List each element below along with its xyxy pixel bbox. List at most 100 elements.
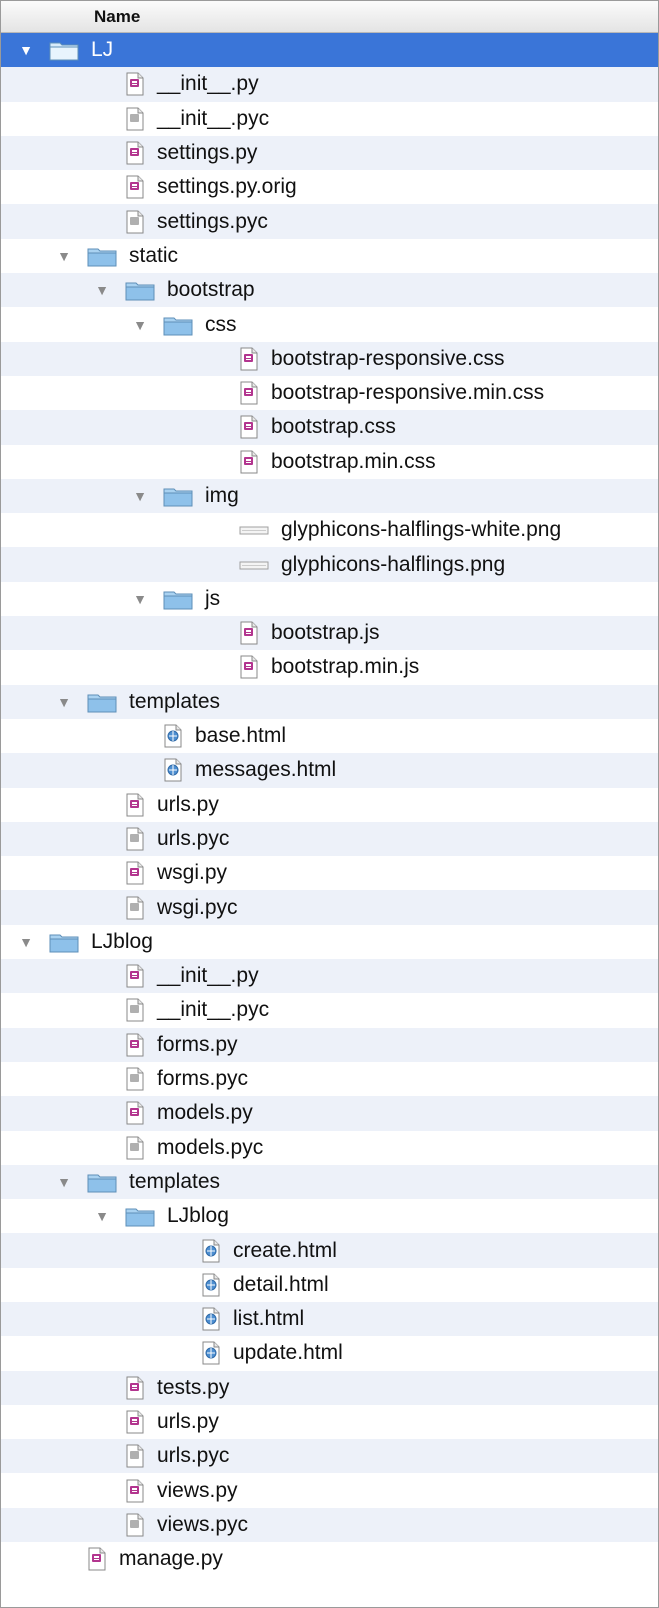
- py-file-icon: [125, 1101, 145, 1125]
- py-file-icon: [87, 1547, 107, 1571]
- tree-row-file[interactable]: bootstrap-responsive.css: [1, 341, 658, 376]
- tree-row-folder[interactable]: ▼ js: [1, 582, 658, 616]
- tree-row-file[interactable]: manage.py: [1, 1542, 658, 1576]
- compiled-file-icon: [125, 998, 145, 1022]
- tree-row-label: views.pyc: [157, 1512, 249, 1536]
- tree-row-file[interactable]: detail.html: [1, 1268, 658, 1302]
- tree-row-file[interactable]: views.py: [1, 1473, 658, 1507]
- compiled-file-icon: [125, 1067, 145, 1091]
- tree-row-label: bootstrap.min.css: [271, 449, 436, 473]
- tree-row-file[interactable]: urls.pyc: [1, 1439, 658, 1474]
- tree-row-label: create.html: [233, 1238, 337, 1262]
- tree-row-file[interactable]: urls.py: [1, 788, 658, 822]
- py-file-icon: [125, 175, 145, 199]
- tree-row-file[interactable]: __init__.pyc: [1, 993, 658, 1027]
- disclosure-triangle-open-icon[interactable]: ▼: [133, 592, 147, 606]
- tree-row-label: urls.pyc: [157, 826, 230, 850]
- tree-row-label: bootstrap.js: [271, 621, 380, 645]
- name-column-header[interactable]: Name: [1, 1, 658, 33]
- tree-row-file[interactable]: models.pyc: [1, 1131, 658, 1165]
- tree-row-label: update.html: [233, 1341, 343, 1365]
- tree-row-label: __init__.py: [157, 72, 259, 96]
- tree-row-folder[interactable]: ▼ LJ: [1, 33, 658, 68]
- tree-row-label: settings.py: [157, 141, 258, 165]
- html-file-icon: [201, 1307, 221, 1331]
- tree-row-file[interactable]: create.html: [1, 1233, 658, 1268]
- tree-row-file[interactable]: bootstrap-responsive.min.css: [1, 376, 658, 410]
- tree-row-file[interactable]: bootstrap.min.css: [1, 445, 658, 479]
- tree-row-file[interactable]: views.pyc: [1, 1507, 658, 1543]
- tree-row-folder[interactable]: ▼ LJblog: [1, 925, 658, 959]
- tree-row-file[interactable]: urls.py: [1, 1405, 658, 1439]
- tree-row-file[interactable]: base.html: [1, 719, 658, 753]
- tree-row-label: static: [129, 243, 179, 267]
- tree-row-file[interactable]: tests.py: [1, 1370, 658, 1405]
- js-file-icon: [239, 655, 259, 679]
- tree-row-label: css: [205, 312, 237, 336]
- py-file-icon: [125, 861, 145, 885]
- folder-icon: [163, 314, 193, 336]
- tree-row-file[interactable]: __init__.py: [1, 67, 658, 102]
- tree-row-file[interactable]: messages.html: [1, 753, 658, 788]
- tree-row-label: wsgi.pyc: [157, 895, 238, 919]
- tree-row-file[interactable]: __init__.py: [1, 959, 658, 994]
- tree-row-folder[interactable]: ▼ templates: [1, 684, 658, 719]
- compiled-file-icon: [125, 896, 145, 920]
- folder-icon: [125, 279, 155, 301]
- tree-row-label: __init__.py: [157, 964, 259, 988]
- folder-icon: [163, 588, 193, 610]
- folder-icon: [87, 1171, 117, 1193]
- tree-row-file[interactable]: glyphicons-halflings-white.png: [1, 513, 658, 547]
- disclosure-triangle-open-icon[interactable]: ▼: [133, 318, 147, 332]
- tree-row-folder[interactable]: ▼ img: [1, 478, 658, 514]
- tree-row-label: forms.py: [157, 1032, 238, 1056]
- compiled-file-icon: [125, 1444, 145, 1468]
- compiled-file-icon: [125, 827, 145, 851]
- folder-icon: [163, 485, 193, 507]
- disclosure-triangle-open-icon[interactable]: ▼: [57, 1175, 71, 1189]
- disclosure-triangle-open-icon[interactable]: ▼: [19, 935, 33, 949]
- tree-row-file[interactable]: settings.py.orig: [1, 170, 658, 204]
- tree-row-file[interactable]: urls.pyc: [1, 821, 658, 857]
- py-file-icon: [125, 1376, 145, 1400]
- tree-row-file[interactable]: bootstrap.min.js: [1, 650, 658, 684]
- compiled-file-icon: [125, 107, 145, 131]
- tree-row-folder[interactable]: ▼ templates: [1, 1164, 658, 1200]
- tree-row-folder[interactable]: ▼ css: [1, 307, 658, 341]
- disclosure-triangle-open-icon[interactable]: ▼: [95, 1209, 109, 1223]
- tree-row-file[interactable]: wsgi.pyc: [1, 890, 658, 925]
- tree-row-label: urls.py: [157, 1410, 219, 1434]
- disclosure-triangle-open-icon[interactable]: ▼: [57, 695, 71, 709]
- disclosure-triangle-open-icon[interactable]: ▼: [133, 489, 147, 503]
- tree-row-file[interactable]: settings.py: [1, 135, 658, 171]
- tree-row-label: js: [205, 586, 221, 610]
- tree-row-file[interactable]: settings.pyc: [1, 204, 658, 239]
- tree-row-folder[interactable]: ▼ bootstrap: [1, 273, 658, 308]
- html-file-icon: [163, 758, 183, 782]
- compiled-file-icon: [125, 210, 145, 234]
- tree-row-label: urls.pyc: [157, 1444, 230, 1468]
- tree-row-file[interactable]: glyphicons-halflings.png: [1, 547, 658, 582]
- tree-row-file[interactable]: list.html: [1, 1301, 658, 1337]
- tree-row-file[interactable]: wsgi.py: [1, 856, 658, 890]
- disclosure-triangle-open-icon[interactable]: ▼: [95, 283, 109, 297]
- tree-row-folder[interactable]: ▼ static: [1, 239, 658, 273]
- tree-row-label: messages.html: [195, 758, 337, 782]
- disclosure-triangle-open-icon[interactable]: ▼: [57, 249, 71, 263]
- tree-row-file[interactable]: forms.py: [1, 1027, 658, 1062]
- tree-row-file[interactable]: update.html: [1, 1336, 658, 1370]
- tree-row-file[interactable]: bootstrap.js: [1, 616, 658, 651]
- tree-row-file[interactable]: models.py: [1, 1096, 658, 1131]
- tree-row-label: LJblog: [167, 1204, 229, 1228]
- tree-row-label: wsgi.py: [157, 861, 228, 885]
- file-tree: ▼ LJ __init__.py __init__.pyc settings.py set…: [1, 33, 658, 1576]
- tree-row-label: __init__.pyc: [157, 998, 270, 1022]
- tree-row-file[interactable]: forms.pyc: [1, 1062, 658, 1096]
- tree-row-label: forms.pyc: [157, 1067, 249, 1091]
- tree-row-folder[interactable]: ▼ LJblog: [1, 1199, 658, 1233]
- tree-row-file[interactable]: __init__.pyc: [1, 102, 658, 136]
- tree-row-file[interactable]: bootstrap.css: [1, 410, 658, 445]
- disclosure-triangle-open-icon[interactable]: ▼: [19, 43, 33, 57]
- tree-row-label: detail.html: [233, 1272, 329, 1296]
- css-file-icon: [239, 381, 259, 405]
